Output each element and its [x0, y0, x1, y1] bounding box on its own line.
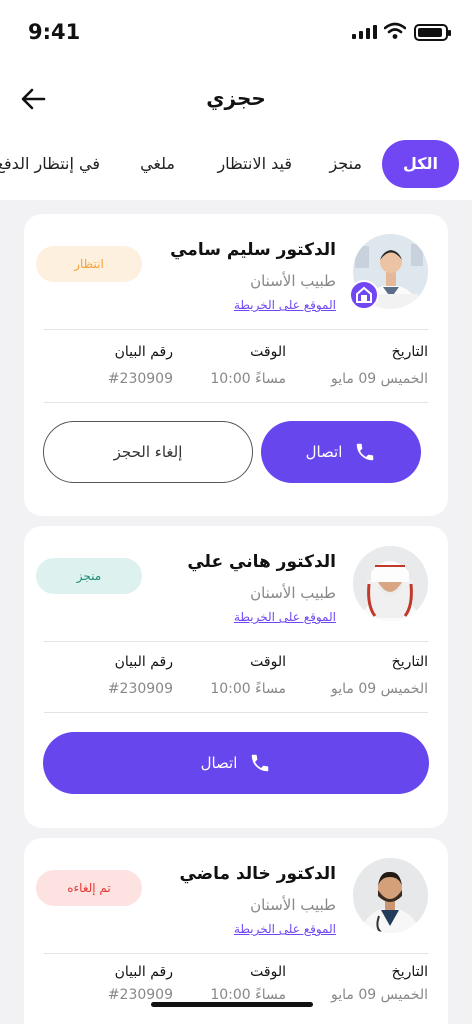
- tab-cancelled[interactable]: ملغي: [140, 140, 175, 188]
- tab-pending[interactable]: قيد الانتظار: [217, 140, 292, 188]
- signal-icon: [352, 25, 377, 39]
- statement-number: #230909: [107, 681, 173, 697]
- status-badge: تم إلغاءه: [36, 870, 142, 906]
- page-title: حجزي: [206, 86, 266, 110]
- date-label: التاريخ: [391, 964, 428, 980]
- tab-awaiting-payment[interactable]: في إنتظار الدفع: [0, 140, 100, 188]
- time-value: 10:00 مساءً: [210, 987, 286, 1003]
- battery-icon: [414, 24, 451, 41]
- status-time: 9:41: [28, 20, 81, 44]
- time-value: 10:00 مساءً: [210, 681, 286, 697]
- status-badge: منجز: [36, 558, 142, 594]
- doctor-name: الدكتور خالد ماضي: [179, 864, 336, 884]
- appointment-card: الدكتور خالد ماضي طبيب الأسنان الموقع عل…: [24, 838, 448, 1024]
- map-link[interactable]: الموقع على الخريطة: [234, 922, 336, 936]
- doctor-specialty: طبيب الأسنان: [250, 896, 336, 914]
- time-label: الوقت: [250, 344, 286, 360]
- filter-tabs: الكل منجز قيد الانتظار ملغي في إنتظار ال…: [0, 140, 472, 188]
- cancel-booking-button[interactable]: إلغاء الحجز: [43, 421, 253, 483]
- doctor-avatar: [353, 546, 428, 621]
- doctor-specialty: طبيب الأسنان: [250, 272, 336, 290]
- tab-done[interactable]: منجز: [329, 140, 362, 188]
- phone-icon: [252, 754, 269, 772]
- status-bar: 9:41: [0, 0, 472, 64]
- divider: [44, 641, 428, 642]
- home-visit-icon: [349, 280, 379, 310]
- statement-label: رقم البيان: [114, 964, 173, 980]
- date-label: التاريخ: [391, 344, 428, 360]
- phone-icon: [357, 443, 374, 461]
- wifi-icon: [384, 22, 406, 39]
- date-label: التاريخ: [391, 654, 428, 670]
- time-label: الوقت: [250, 654, 286, 670]
- map-link[interactable]: الموقع على الخريطة: [234, 298, 336, 312]
- time-value: 10:00 مساءً: [210, 371, 286, 387]
- divider: [44, 402, 428, 403]
- call-label: اتصال: [305, 443, 343, 461]
- divider: [44, 329, 428, 330]
- call-button[interactable]: اتصال: [43, 732, 429, 794]
- statement-label: رقم البيان: [114, 654, 173, 670]
- tab-all[interactable]: الكل: [382, 140, 459, 188]
- appointment-card: الدكتور هاني علي طبيب الأسنان الموقع على…: [24, 526, 448, 828]
- call-label: اتصال: [200, 754, 238, 772]
- date-value: الخميس 09 مايو: [331, 681, 428, 697]
- appointment-card: الدكتور سليم سامي طبيب الأسنان الموقع عل…: [24, 214, 448, 516]
- status-badge: انتظار: [36, 246, 142, 282]
- time-label: الوقت: [250, 964, 286, 980]
- divider: [44, 712, 428, 713]
- doctor-avatar: [353, 858, 428, 933]
- doctor-specialty: طبيب الأسنان: [250, 584, 336, 602]
- map-link[interactable]: الموقع على الخريطة: [234, 610, 336, 624]
- statement-label: رقم البيان: [114, 344, 173, 360]
- statement-number: #230909: [107, 987, 173, 1003]
- divider: [44, 953, 428, 954]
- doctor-name: الدكتور سليم سامي: [170, 240, 336, 260]
- home-indicator: [151, 1002, 313, 1007]
- statement-number: #230909: [107, 371, 173, 387]
- date-value: الخميس 09 مايو: [331, 987, 428, 1003]
- call-button[interactable]: اتصال: [261, 421, 421, 483]
- doctor-name: الدكتور هاني علي: [187, 552, 336, 572]
- date-value: الخميس 09 مايو: [331, 371, 428, 387]
